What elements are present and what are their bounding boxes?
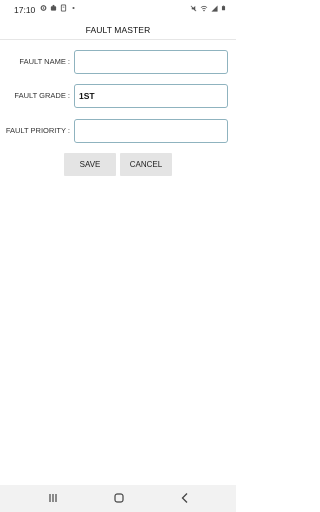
dot-icon xyxy=(72,6,75,10)
fault-grade-row: FAULT GRADE : 1ST xyxy=(0,84,236,108)
page-title: FAULT MASTER xyxy=(85,25,151,35)
mute-icon xyxy=(190,5,197,11)
fault-priority-input[interactable] xyxy=(74,119,228,143)
fault-grade-label: FAULT GRADE : xyxy=(14,91,70,100)
status-left-icons xyxy=(40,4,77,12)
signal-icon xyxy=(211,4,218,12)
fault-priority-label: FAULT PRIORITY : xyxy=(5,126,70,135)
wifi-icon xyxy=(200,5,208,11)
recents-icon[interactable] xyxy=(45,491,61,505)
fault-name-label: FAULT NAME : xyxy=(19,57,70,66)
status-bar: 17:10 xyxy=(0,0,236,20)
fault-grade-input[interactable]: 1ST xyxy=(74,84,228,108)
cancel-button[interactable]: CANCEL xyxy=(120,153,172,176)
title-bar: FAULT MASTER xyxy=(0,20,236,40)
status-time: 17:10 xyxy=(14,5,36,15)
navigation-bar xyxy=(0,485,236,512)
home-icon[interactable] xyxy=(111,491,127,505)
back-icon[interactable] xyxy=(177,491,193,505)
files-icon xyxy=(60,4,67,12)
battery-icon xyxy=(221,5,226,11)
save-button[interactable]: SAVE xyxy=(64,153,116,176)
status-right-icons xyxy=(190,4,226,12)
settings-icon xyxy=(40,5,47,11)
fault-priority-row: FAULT PRIORITY : xyxy=(0,119,236,143)
fault-name-input[interactable] xyxy=(74,50,228,74)
notification-icon xyxy=(50,4,57,11)
screen: 17:10 FAULT MASTER FAULT NAME: FAULT GR… xyxy=(0,0,236,512)
fault-name-row: FAULT NAME : xyxy=(0,50,236,74)
